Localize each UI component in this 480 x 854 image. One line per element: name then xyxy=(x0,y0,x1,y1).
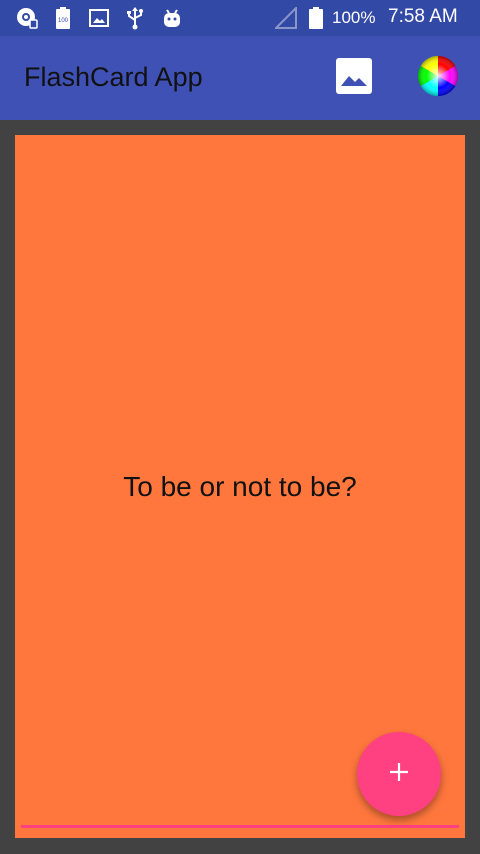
color-picker-button[interactable] xyxy=(416,55,460,102)
sync-music-icon xyxy=(14,6,40,30)
status-bar: 100 100% 7:58 AM xyxy=(0,0,480,36)
image-icon xyxy=(336,57,372,99)
color-wheel-icon xyxy=(417,55,459,102)
usb-icon xyxy=(124,6,146,30)
app-bar: FlashCard App xyxy=(0,36,480,120)
android-debug-icon xyxy=(160,6,184,30)
svg-text:100: 100 xyxy=(58,18,69,24)
battery-icon xyxy=(308,6,324,30)
clock: 7:58 AM xyxy=(388,6,458,27)
flashcard-question: To be or not to be? xyxy=(123,471,357,502)
battery-saver-icon: 100 xyxy=(54,6,72,30)
image-notification-icon xyxy=(88,6,110,30)
battery-percent: 100% xyxy=(332,8,376,27)
image-button[interactable] xyxy=(332,56,376,100)
page-title: FlashCard App xyxy=(24,62,203,92)
add-card-button[interactable] xyxy=(357,732,441,816)
signal-icon xyxy=(274,6,298,30)
plus-icon xyxy=(388,761,410,788)
card-divider xyxy=(21,825,459,828)
